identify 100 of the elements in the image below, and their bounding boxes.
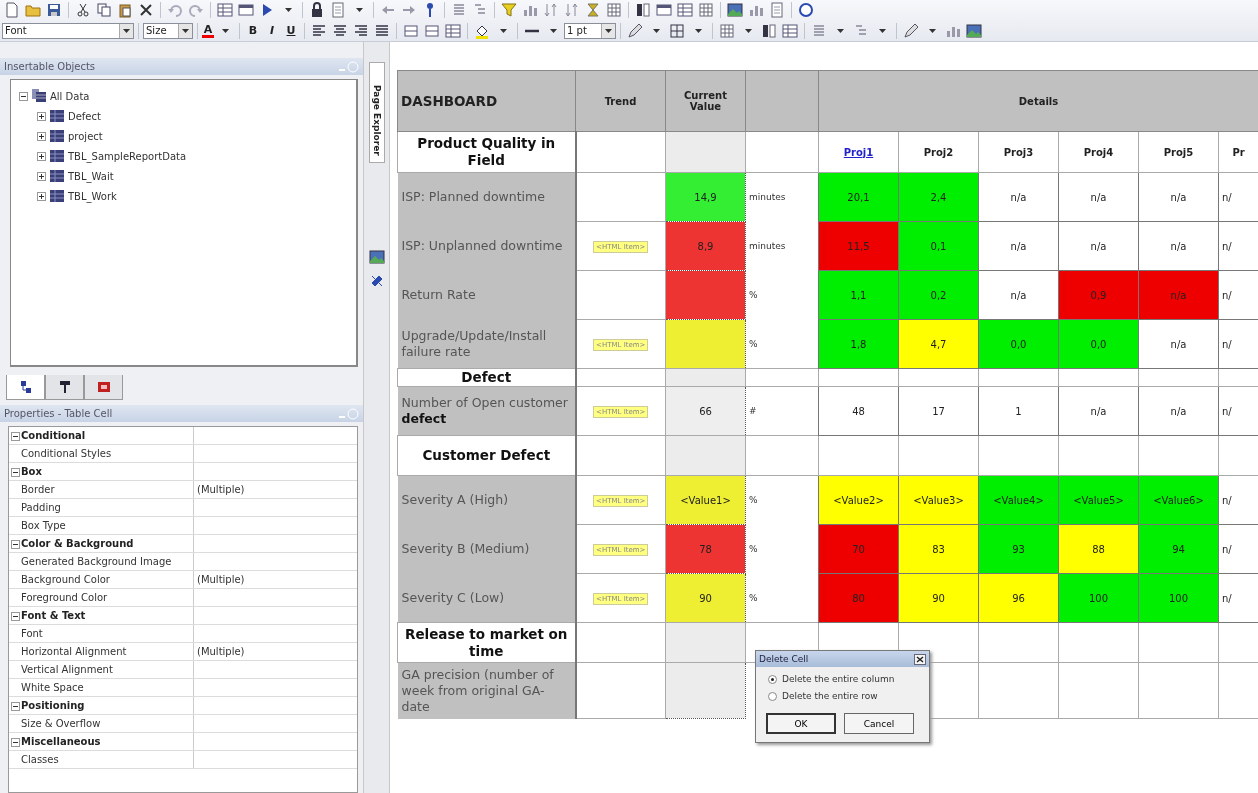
hourglass-icon[interactable] — [585, 2, 601, 19]
table-cell: <Value6> — [1138, 475, 1219, 525]
bold-button[interactable]: B — [244, 21, 262, 41]
pencil-icon[interactable] — [627, 22, 643, 39]
window-icon[interactable] — [238, 2, 254, 19]
unit-label: minutes — [749, 192, 786, 203]
property-value[interactable]: (Multiple) — [197, 484, 245, 495]
caret-icon[interactable] — [878, 28, 886, 33]
underline-button[interactable]: U — [282, 21, 300, 41]
panel-tab[interactable] — [45, 375, 84, 400]
image-icon[interactable] — [727, 2, 743, 19]
expander-icon[interactable] — [37, 111, 46, 121]
property-name: Size & Overflow — [21, 718, 101, 729]
caret-icon[interactable] — [499, 28, 507, 33]
tree-item[interactable]: project — [68, 130, 103, 142]
tree-item[interactable]: TBL_SampleReportData — [68, 150, 187, 162]
italic-button[interactable]: I — [263, 21, 281, 41]
tree-item[interactable]: All Data — [50, 90, 90, 102]
expander-icon[interactable] — [11, 432, 20, 441]
table-cell: 66 — [665, 386, 746, 436]
unit-label: % — [749, 495, 758, 506]
expander-icon[interactable] — [11, 612, 20, 621]
expander-icon[interactable] — [37, 151, 46, 161]
expander-icon[interactable] — [37, 131, 46, 141]
property-group[interactable]: Positioning — [21, 700, 85, 711]
expander-icon[interactable] — [11, 702, 20, 711]
scissors-icon[interactable] — [75, 2, 91, 19]
pencil-icon[interactable] — [903, 22, 919, 39]
align-center-icon[interactable] — [332, 22, 348, 39]
radio-button[interactable] — [768, 674, 777, 684]
ok-button[interactable]: OK — [766, 713, 836, 734]
caret-icon[interactable] — [694, 28, 702, 33]
expander-icon[interactable] — [19, 91, 28, 101]
align-left-icon[interactable] — [311, 22, 327, 39]
lock-icon[interactable] — [309, 2, 325, 19]
caret-icon[interactable] — [744, 28, 752, 33]
column-icon[interactable] — [761, 22, 777, 39]
font-color-button[interactable]: A — [202, 23, 214, 38]
caret-icon[interactable] — [836, 28, 844, 33]
image-icon[interactable] — [368, 248, 385, 265]
dropdown-field[interactable]: Size — [143, 22, 193, 39]
caret-icon[interactable] — [549, 28, 557, 33]
table-icon[interactable] — [677, 2, 693, 19]
expander-icon[interactable] — [11, 468, 20, 477]
column-icon[interactable] — [635, 2, 651, 19]
tree-item[interactable]: Defect — [68, 110, 101, 122]
justify-icon[interactable] — [374, 22, 390, 39]
expander-icon[interactable] — [11, 540, 20, 549]
new-file-icon[interactable] — [4, 2, 20, 19]
paste-icon[interactable] — [117, 2, 133, 19]
caret-icon[interactable] — [355, 8, 363, 13]
border-icon[interactable] — [669, 22, 685, 39]
copy-icon[interactable] — [96, 2, 112, 19]
panel-tab[interactable] — [6, 375, 45, 400]
page-explorer-tab[interactable]: Page Explorer — [368, 62, 385, 163]
caret-icon — [123, 28, 130, 33]
column-header: Current Value — [665, 70, 746, 132]
caret-icon[interactable] — [284, 8, 292, 13]
property-group[interactable]: Miscellaneous — [21, 736, 101, 747]
folder-icon[interactable] — [25, 2, 41, 19]
radio-button[interactable] — [768, 691, 777, 701]
grid-icon[interactable] — [719, 22, 735, 39]
table-cell: 11,5 — [818, 221, 899, 271]
expander-icon[interactable] — [37, 191, 46, 201]
option-label[interactable]: Delete the entire column — [782, 674, 895, 684]
tree-item[interactable]: TBL_Wait — [68, 170, 114, 182]
property-value[interactable]: (Multiple) — [197, 574, 245, 585]
property-group[interactable]: Color & Background — [21, 538, 134, 549]
tree-item[interactable]: TBL_Work — [68, 190, 117, 202]
caret-icon[interactable] — [652, 28, 660, 33]
dropdown-field[interactable]: Font — [2, 22, 134, 39]
column-header: Details — [818, 70, 1258, 132]
table-cell: n/ — [1218, 319, 1258, 369]
table-icon[interactable] — [445, 22, 461, 39]
property-group[interactable]: Conditional — [21, 430, 86, 441]
save-icon[interactable] — [46, 2, 62, 19]
cancel-button[interactable]: Cancel — [844, 713, 914, 734]
merge-icon[interactable] — [403, 22, 419, 39]
table-cell: <Value1> — [665, 475, 746, 525]
grid-icon[interactable] — [606, 2, 622, 19]
project-link[interactable]: Proj1 — [843, 146, 874, 158]
option-label[interactable]: Delete the entire row — [782, 691, 878, 701]
table-icon[interactable] — [217, 2, 233, 19]
caret-icon[interactable] — [928, 28, 936, 33]
dropdown-field[interactable]: 1 pt — [564, 22, 616, 39]
property-group[interactable]: Box — [21, 466, 42, 477]
image-icon[interactable] — [966, 22, 982, 39]
merge-icon[interactable] — [424, 22, 440, 39]
panel-title: Insertable Objects — [4, 61, 97, 72]
sort-icon[interactable] — [564, 2, 580, 19]
table-icon[interactable] — [782, 22, 798, 39]
property-value[interactable]: (Multiple) — [197, 646, 245, 657]
property-group[interactable]: Font & Text — [21, 610, 86, 621]
expander-icon[interactable] — [37, 171, 46, 181]
window-icon[interactable] — [656, 2, 672, 19]
grid-icon[interactable] — [698, 2, 714, 19]
filter-icon[interactable] — [501, 2, 517, 19]
caret-icon[interactable] — [221, 28, 229, 33]
align-right-icon[interactable] — [353, 22, 369, 39]
expander-icon[interactable] — [11, 738, 20, 747]
